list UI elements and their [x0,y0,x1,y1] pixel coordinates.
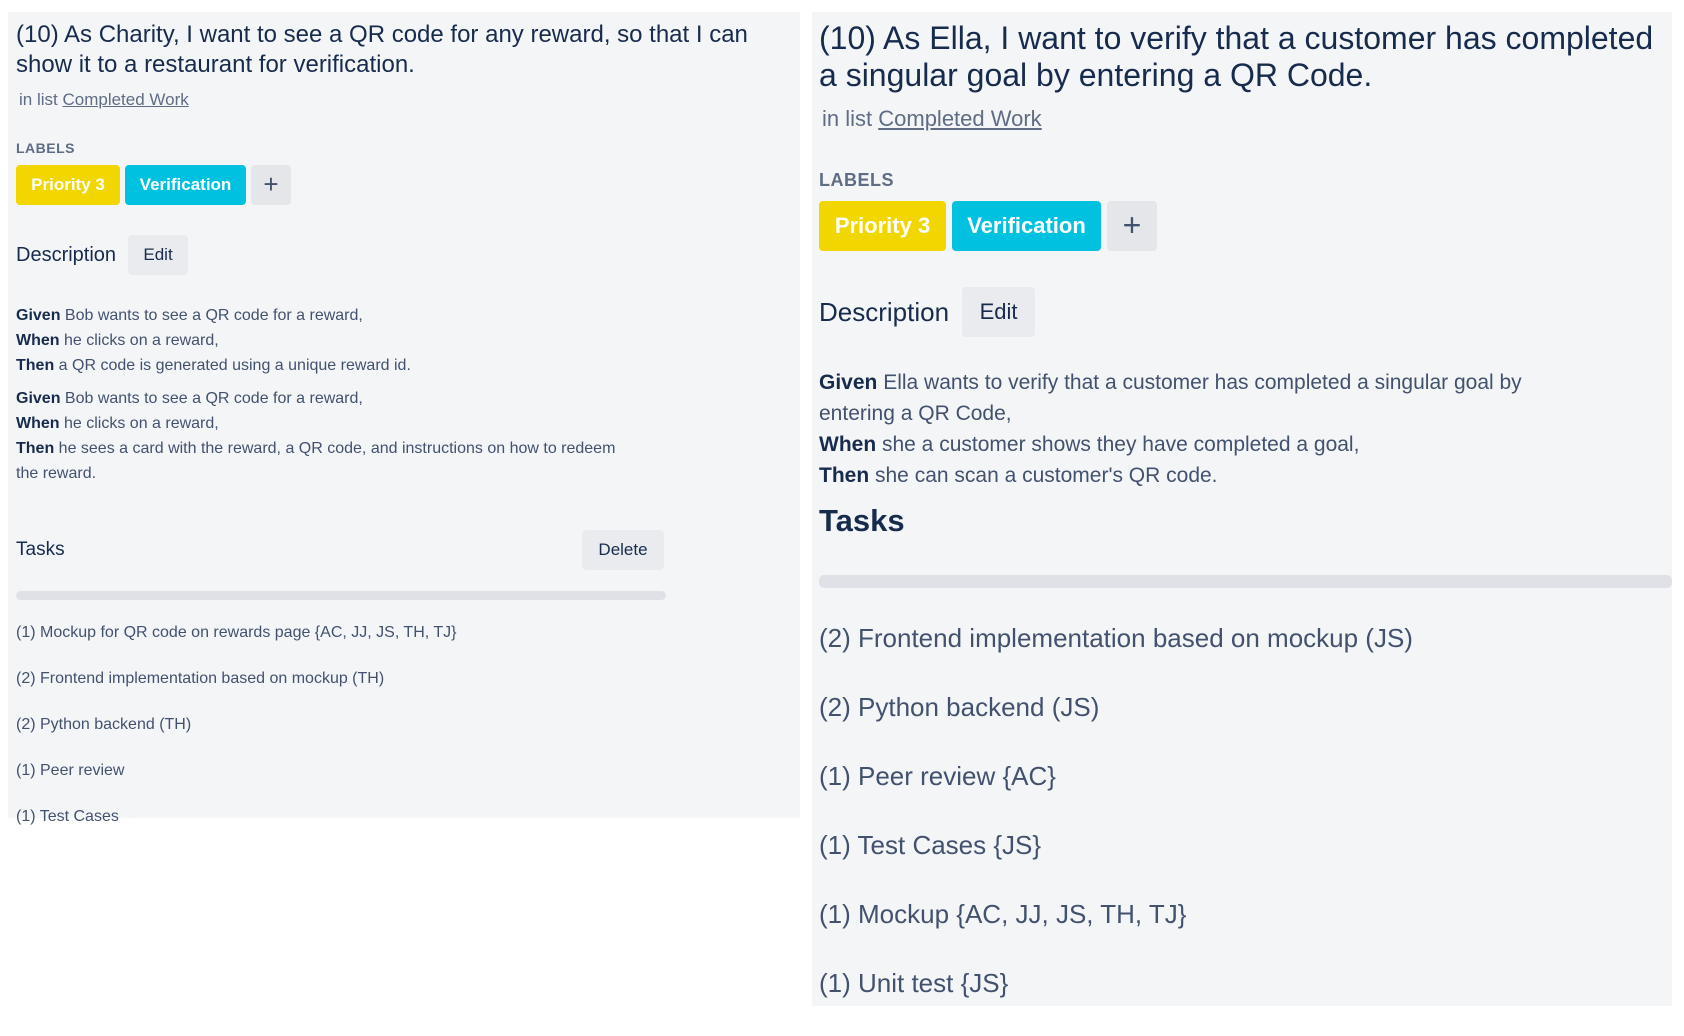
card-detail-charity: (10) As Charity, I want to see a QR code… [8,12,800,825]
description-text: a QR code is generated using a unique re… [54,357,411,374]
description-paragraph: Given Ella wants to verify that a custom… [819,367,1549,491]
labels-heading: LABELS [819,170,894,190]
card-detail-ella: (10) As Ella, I want to verify that a cu… [812,12,1672,1006]
tasks-header: Tasks [819,503,1672,539]
label-verification[interactable]: Verification [125,165,246,205]
list-info: in list Completed Work [822,106,1672,132]
description-text: Bob wants to see a QR code for a reward, [60,307,363,324]
task-list: (2) Frontend implementation based on moc… [819,622,1672,1036]
description-paragraph: Given Bob wants to see a QR code for a r… [16,303,616,378]
description-header: Description Edit [819,287,1672,337]
keyword: When [16,415,60,432]
tasks-header: Tasks Delete [16,530,664,570]
task-item[interactable]: (2) Python backend (JS) [819,691,1672,760]
keyword: Given [16,307,61,324]
edit-description-button[interactable]: Edit [128,235,189,275]
label-priority[interactable]: Priority 3 [819,201,946,251]
keyword: Given [16,390,61,407]
task-item[interactable]: (1) Mockup {AC, JJ, JS, TH, TJ} [819,898,1672,967]
description-text: he clicks on a reward, [59,415,219,432]
labels-heading: LABELS [16,140,75,156]
plus-icon: + [263,169,279,199]
description-text: Bob wants to see a QR code for a reward, [60,390,363,407]
description-body: Given Ella wants to verify that a custom… [819,367,1549,491]
task-list: (1) Mockup for QR code on rewards page {… [16,622,793,852]
description-text: she a customer shows they have completed… [876,433,1360,456]
keyword: Given [819,371,878,394]
label-priority[interactable]: Priority 3 [16,165,120,205]
keyword: When [819,433,877,456]
description-paragraph: Given Bob wants to see a QR code for a r… [16,386,616,486]
plus-icon: + [1122,207,1142,243]
list-prefix: in list [822,106,873,131]
task-item[interactable]: (1) Test Cases [16,806,793,852]
task-item[interactable]: (1) Unit test {JS} [819,967,1672,1036]
delete-checklist-button[interactable]: Delete [582,530,664,570]
task-item[interactable]: (1) Test Cases {JS} [819,829,1672,898]
keyword: Then [819,464,870,487]
task-item[interactable]: (1) Peer review {AC} [819,760,1672,829]
description-heading: Description [16,243,117,266]
checklist-progress-bar [819,575,1672,588]
keyword: Then [16,357,55,374]
task-item[interactable]: (1) Mockup for QR code on rewards page {… [16,622,793,668]
task-item[interactable]: (2) Frontend implementation based on moc… [819,622,1672,691]
task-item[interactable]: (1) Peer review [16,760,793,806]
add-label-button[interactable]: + [251,165,291,205]
description-body: Given Bob wants to see a QR code for a r… [16,303,616,486]
keyword: When [16,332,60,349]
list-link[interactable]: Completed Work [878,106,1041,131]
description-heading: Description [819,296,950,327]
description-text: he sees a card with the reward, a QR cod… [16,440,616,482]
label-verification[interactable]: Verification [952,201,1101,251]
task-item[interactable]: (2) Python backend (TH) [16,714,793,760]
task-item[interactable]: (2) Frontend implementation based on moc… [16,668,793,714]
checklist-progress-bar [16,591,666,600]
list-link[interactable]: Completed Work [62,90,188,109]
description-text: Ella wants to verify that a customer has… [819,371,1522,425]
tasks-heading: Tasks [16,539,65,560]
list-prefix: in list [19,90,58,109]
keyword: Then [16,440,55,457]
labels-row: Priority 3 Verification + [16,165,793,205]
tasks-heading: Tasks [819,503,905,538]
edit-description-button[interactable]: Edit [962,287,1036,337]
card-title: (10) As Charity, I want to see a QR code… [16,21,748,78]
description-text: he clicks on a reward, [59,332,219,349]
labels-row: Priority 3 Verification + [819,201,1672,251]
description-header: Description Edit [16,235,793,275]
list-info: in list Completed Work [19,90,793,110]
card-title: (10) As Ella, I want to verify that a cu… [819,20,1654,93]
add-label-button[interactable]: + [1107,201,1157,251]
description-text: she can scan a customer's QR code. [869,464,1218,487]
